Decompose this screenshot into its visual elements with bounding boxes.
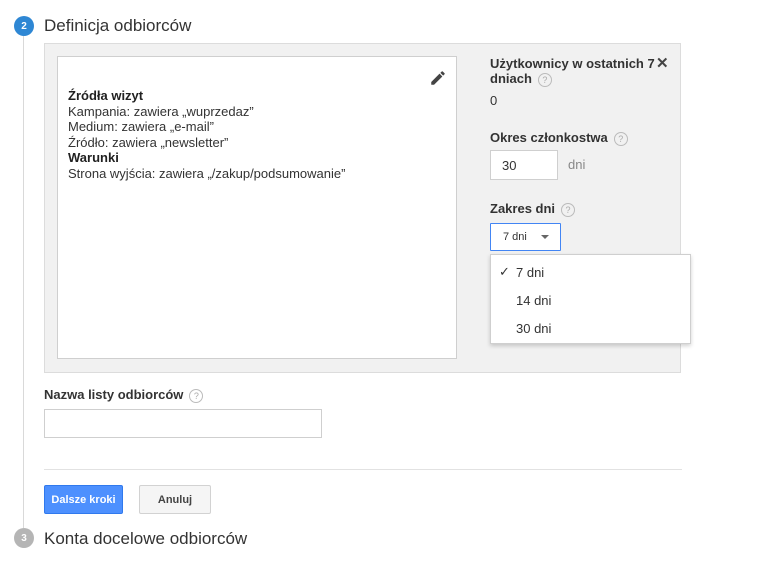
membership-label: Okres członkostwa?: [490, 130, 628, 146]
users-count: 0: [490, 93, 498, 108]
users-label-line1: Użytkownicy w ostatnich 7: [490, 56, 655, 71]
menu-item-30-days[interactable]: 30 dni: [491, 315, 690, 343]
step-2-badge: 2: [14, 16, 34, 36]
sources-heading: Źródła wizyt: [68, 88, 144, 103]
divider: [44, 469, 682, 470]
date-range-dropdown[interactable]: 7 dni: [490, 223, 561, 251]
users-label: Użytkownicy w ostatnich 7 dniach?: [490, 56, 655, 87]
membership-duration-input[interactable]: 30: [490, 150, 558, 180]
source-condition: Kampania: zawiera „wuprzedaz”: [68, 103, 254, 119]
menu-item-7-days[interactable]: ✓ 7 dni: [491, 259, 690, 287]
edit-pencil-icon[interactable]: [429, 69, 447, 87]
definition-summary-text: Źródła wizyt Kampania: zawiera „wuprzeda…: [68, 88, 438, 181]
menu-item-label: 7 dni: [516, 265, 545, 280]
membership-label-text: Okres członkostwa: [490, 130, 608, 145]
next-steps-button[interactable]: Dalsze kroki: [44, 485, 123, 514]
close-icon[interactable]: ✕: [656, 54, 669, 72]
help-icon[interactable]: ?: [189, 388, 204, 403]
list-name-label-text: Nazwa listy odbiorców: [44, 387, 184, 402]
exit-page-condition: Strona wyjścia: zawiera „/zakup/podsumow…: [68, 165, 346, 181]
list-name-label: Nazwa listy odbiorców?: [44, 387, 204, 403]
date-range-label: Zakres dni?: [490, 201, 576, 217]
membership-unit: dni: [568, 157, 586, 172]
step-2-title: Definicja odbiorców: [44, 16, 192, 35]
stepper-line: [23, 30, 24, 528]
chevron-down-icon: [540, 235, 549, 239]
date-range-menu: ✓ 7 dni 14 dni 30 dni: [490, 254, 691, 344]
checkmark-icon: ✓: [499, 264, 510, 279]
step-3-badge: 3: [14, 528, 34, 548]
conditions-heading: Warunki: [68, 150, 119, 165]
list-name-input[interactable]: [44, 409, 322, 438]
source-condition: Medium: zawiera „e-mail”: [68, 119, 214, 134]
help-icon[interactable]: ?: [537, 72, 552, 87]
help-icon[interactable]: ?: [613, 131, 628, 146]
step-3-title[interactable]: Konta docelowe odbiorców: [44, 529, 247, 549]
users-label-line2: dniach: [490, 71, 532, 86]
help-icon[interactable]: ?: [561, 202, 576, 217]
cancel-button[interactable]: Anuluj: [139, 485, 211, 514]
date-range-selected: 7 dni: [503, 231, 527, 243]
date-range-label-text: Zakres dni: [490, 201, 556, 216]
menu-item-label: 14 dni: [516, 293, 552, 308]
menu-item-label: 30 dni: [516, 321, 552, 336]
source-condition: Źródło: zawiera „newsletter”: [68, 134, 229, 150]
menu-item-14-days[interactable]: 14 dni: [491, 287, 690, 315]
